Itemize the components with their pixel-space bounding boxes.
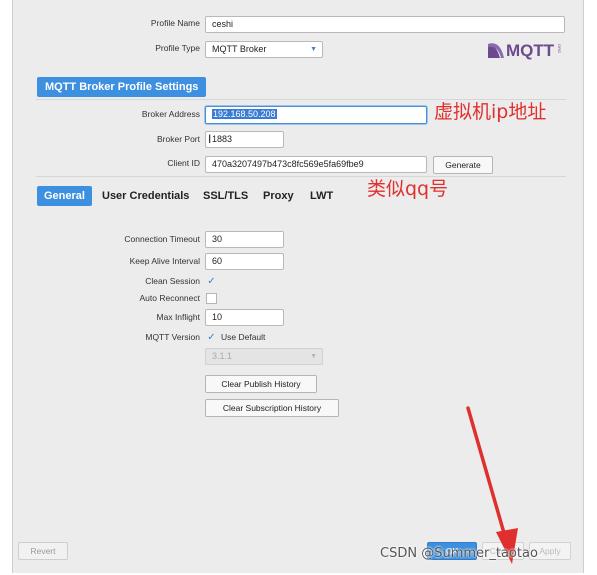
csdn-watermark: CSDN @Summer_taotao — [380, 546, 538, 561]
broker-port-label: Broker Port — [157, 134, 200, 144]
clear-publish-history-button[interactable]: Clear Publish History — [205, 375, 317, 393]
keep-alive-label: Keep Alive Interval — [129, 256, 200, 266]
profile-type-label: Profile Type — [155, 43, 200, 53]
clean-session-label: Clean Session — [145, 276, 200, 286]
broker-profile-settings-header: MQTT Broker Profile Settings — [37, 77, 207, 97]
clear-subscription-history-button[interactable]: Clear Subscription History — [205, 399, 339, 417]
tab-user-credentials[interactable]: User Credentials — [102, 186, 189, 206]
tab-ssl-tls[interactable]: SSL/TLS — [203, 186, 248, 206]
mqtt-logo-icon: MQTT ORG — [488, 41, 562, 60]
profile-name-input[interactable]: ceshi — [205, 16, 565, 33]
broker-address-value: 192.168.50.208 — [212, 109, 277, 119]
client-id-annotation: 类似qq号 — [367, 178, 449, 200]
connection-timeout-label: Connection Timeout — [124, 234, 200, 244]
ip-annotation: 虚拟机ip地址 — [434, 101, 547, 123]
tabs-divider — [36, 176, 566, 177]
tab-general[interactable]: General — [37, 186, 92, 206]
mqtt-logo-text: MQTT — [506, 41, 555, 60]
mqtt-version-label: MQTT Version — [145, 332, 200, 342]
max-inflight-input[interactable]: 10 — [205, 309, 284, 326]
revert-button[interactable]: Revert — [18, 542, 68, 560]
profile-type-value: MQTT Broker — [212, 44, 267, 54]
broker-address-label: Broker Address — [141, 109, 200, 119]
use-default-checkbox[interactable]: ✓ — [206, 332, 217, 343]
mqtt-version-select[interactable]: 3.1.1 ▼ — [205, 348, 323, 365]
mqtt-version-value: 3.1.1 — [212, 351, 233, 361]
generate-button[interactable]: Generate — [433, 156, 493, 174]
auto-reconnect-checkbox[interactable] — [206, 293, 217, 304]
connection-timeout-input[interactable]: 30 — [205, 231, 284, 248]
profile-type-select[interactable]: MQTT Broker ▼ — [205, 41, 323, 58]
broker-port-input[interactable]: 1883 — [205, 131, 284, 148]
chevron-down-icon: ▼ — [310, 46, 317, 53]
tab-lwt[interactable]: LWT — [310, 186, 333, 206]
auto-reconnect-label: Auto Reconnect — [139, 293, 200, 303]
use-default-label: Use Default — [221, 332, 266, 342]
mqtt-logo-sub: ORG — [557, 44, 562, 53]
max-inflight-label: Max Inflight — [156, 312, 200, 322]
chevron-down-icon: ▼ — [310, 353, 317, 360]
mqtt-logo: MQTT ORG — [486, 38, 566, 60]
clean-session-checkbox[interactable]: ✓ — [206, 276, 217, 287]
tab-proxy[interactable]: Proxy — [263, 186, 294, 206]
profile-name-label: Profile Name — [150, 18, 200, 28]
client-id-input[interactable]: 470a3207497b473c8fc569e5fa69fbe9 — [205, 156, 427, 173]
client-id-label: Client ID — [167, 158, 200, 168]
broker-address-input[interactable]: 192.168.50.208 — [205, 106, 427, 124]
keep-alive-input[interactable]: 60 — [205, 253, 284, 270]
text-cursor-icon: I — [208, 132, 212, 146]
